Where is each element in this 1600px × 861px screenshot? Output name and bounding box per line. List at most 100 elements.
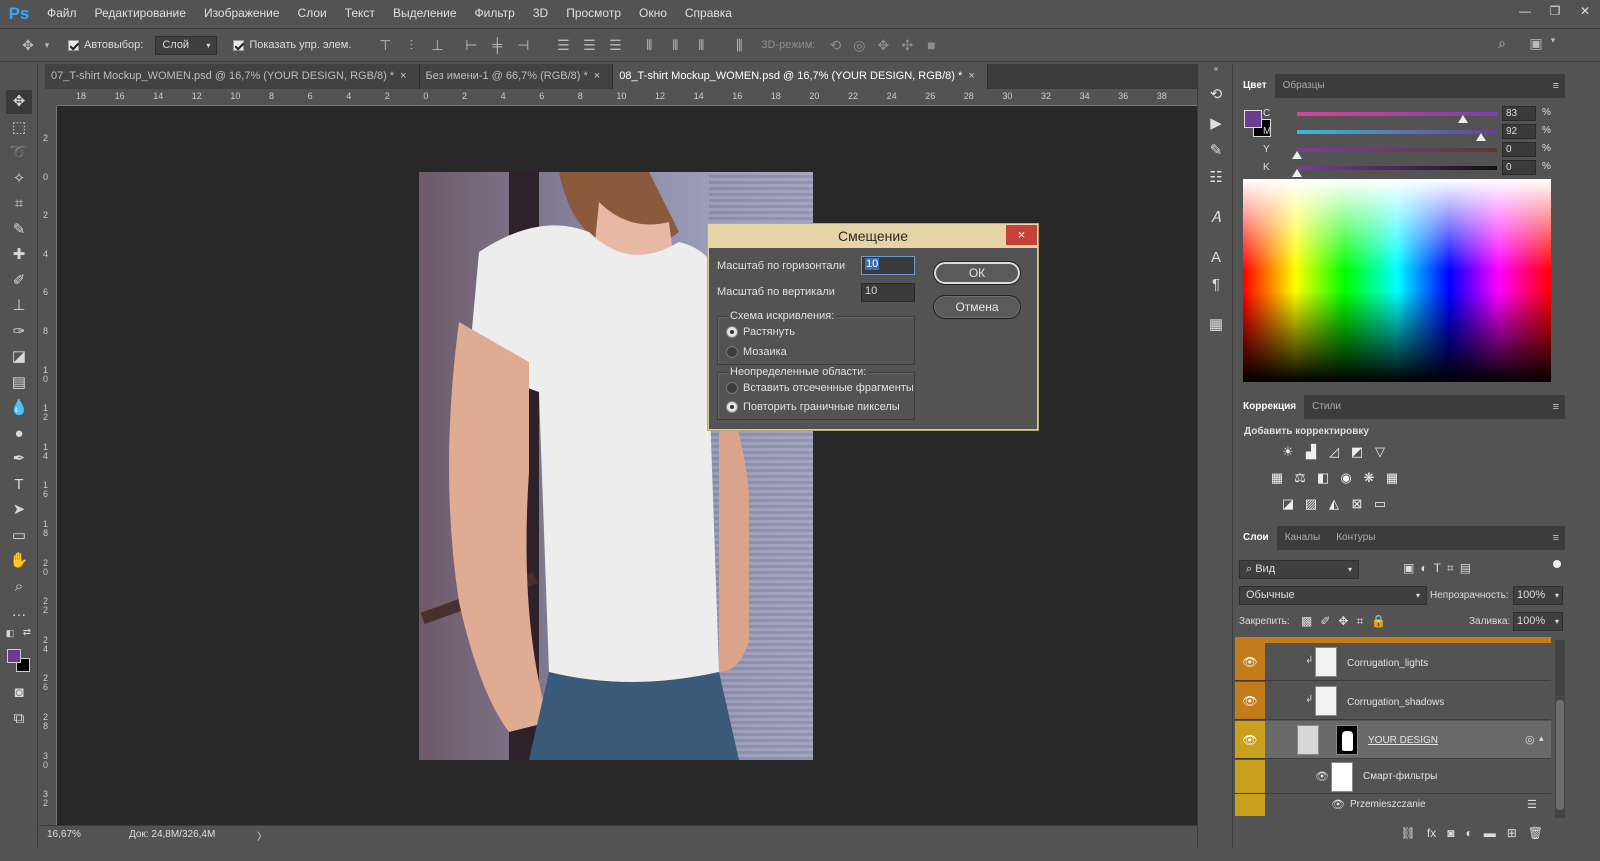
add-mask-icon[interactable]: ◙	[1447, 826, 1454, 840]
layer-row[interactable]: 👁 ↲ Corrugation_lights	[1235, 643, 1551, 681]
panel-menu-icon[interactable]: ≡	[1553, 532, 1559, 544]
color-spectrum[interactable]	[1243, 179, 1551, 382]
layer-name[interactable]: Corrugation_shadows	[1347, 697, 1444, 708]
chevron-right-icon[interactable]: 〉	[257, 828, 267, 843]
blur-tool-icon[interactable]: 💧	[6, 396, 32, 420]
ok-button[interactable]: ОК	[933, 261, 1021, 285]
tile-radio[interactable]: Мозаика	[726, 346, 787, 358]
layer-name[interactable]: Corrugation_lights	[1347, 658, 1428, 669]
document-tab-active[interactable]: 08_T-shirt Mockup_WOMEN.psd @ 16,7% (YOU…	[613, 64, 988, 89]
slider-y-track[interactable]	[1297, 148, 1497, 152]
scale-3d-icon[interactable]: ■	[919, 37, 943, 54]
align-vcenter-icon[interactable]: ⫶	[399, 37, 423, 54]
lock-position-icon[interactable]: ✥	[1338, 614, 1348, 629]
slider-y-handle[interactable]	[1292, 151, 1302, 159]
radio-unselected-icon[interactable]	[726, 346, 738, 358]
photo-filter-icon[interactable]: ◉	[1337, 470, 1355, 486]
default-colors-icon[interactable]: ◧	[3, 627, 17, 639]
close-window-icon[interactable]: ✕	[1570, 0, 1600, 22]
slider-y[interactable]: Y 0 %	[1235, 142, 1565, 159]
chevron-up-icon[interactable]: ▴	[1539, 733, 1544, 744]
pan-3d-icon[interactable]: ✥	[871, 37, 895, 54]
slider-c-handle[interactable]	[1458, 115, 1468, 123]
tab-styles[interactable]: Стили	[1304, 395, 1349, 419]
slider-c[interactable]: C 83 %	[1235, 106, 1565, 123]
character-icon[interactable]: A	[1203, 245, 1229, 271]
workspace-icon[interactable]: ▣	[1524, 35, 1548, 52]
layer-thumbnail[interactable]	[1315, 647, 1337, 677]
stamp-tool-icon[interactable]: ⊥	[6, 294, 32, 318]
menu-help[interactable]: Справка	[676, 0, 741, 27]
distribute-hcenter-icon[interactable]: ⫴	[663, 37, 687, 54]
radio-selected-icon[interactable]	[726, 401, 738, 413]
selective-color-icon[interactable]: ⊠	[1348, 496, 1366, 512]
swap-colors-icon[interactable]: ⇄	[20, 627, 34, 639]
brush-presets-icon[interactable]: ✎	[1203, 138, 1229, 164]
chevron-down-icon[interactable]: ▾	[1546, 35, 1560, 46]
gradient-tool-icon[interactable]: ▤	[6, 371, 32, 395]
opacity-input[interactable]: 100% ▾	[1513, 586, 1563, 605]
distribute-left-icon[interactable]: ⫴	[637, 37, 661, 54]
distribute-bottom-icon[interactable]: ☰	[603, 37, 627, 54]
lock-paint-icon[interactable]: ✐	[1320, 614, 1330, 629]
smart-filters-label[interactable]: Смарт-фильтры	[1363, 771, 1437, 782]
color-balance-icon[interactable]: ⚖	[1291, 470, 1309, 486]
filter-name[interactable]: Przemieszczanie	[1350, 799, 1426, 810]
threshold-icon[interactable]: ◭	[1325, 496, 1343, 512]
layer-row[interactable]: 👁 ↲ Corrugation_shadows	[1235, 682, 1551, 720]
move-tool-icon[interactable]: ✥	[6, 90, 32, 114]
tab-channels[interactable]: Каналы	[1277, 526, 1329, 550]
paragraph-icon[interactable]: ¶	[1203, 272, 1229, 298]
menu-image[interactable]: Изображение	[195, 0, 289, 27]
curves-icon[interactable]: ◿	[1325, 444, 1343, 460]
menu-text[interactable]: Текст	[336, 0, 384, 27]
eye-icon[interactable]: 👁	[1235, 682, 1265, 719]
tab-layers[interactable]: Слои	[1235, 526, 1277, 550]
repeat-edge-radio[interactable]: Повторить граничные пикселы	[726, 401, 900, 413]
filter-row[interactable]: 👁 Przemieszczanie ☰	[1235, 794, 1551, 816]
smart-filter-mask-thumbnail[interactable]	[1331, 762, 1353, 792]
layer-name[interactable]: YOUR DESIGN	[1368, 735, 1438, 746]
tab-swatches[interactable]: Образцы	[1275, 74, 1333, 98]
magic-wand-icon[interactable]: ✧	[6, 167, 32, 191]
align-left-icon[interactable]: ⊢	[459, 37, 483, 54]
canvas-area[interactable]	[57, 106, 1215, 825]
foreground-color-swatch[interactable]	[1244, 110, 1262, 128]
show-controls-checkbox[interactable]: Показать упр. элем.	[233, 39, 351, 51]
lasso-tool-icon[interactable]: ➰	[6, 141, 32, 165]
brush-tool-icon[interactable]: ✐	[6, 269, 32, 293]
actions-play-icon[interactable]: ▶	[1203, 111, 1229, 137]
filter-shape-icon[interactable]: ⌗	[1447, 561, 1454, 576]
slider-m-handle[interactable]	[1476, 133, 1486, 141]
close-icon[interactable]: ×	[968, 70, 974, 82]
radio-unselected-icon[interactable]	[726, 382, 738, 394]
layers-scrollbar[interactable]	[1555, 640, 1565, 818]
autoselect-checkbox[interactable]: Автовыбор:	[68, 39, 143, 51]
hue-saturation-icon[interactable]: ▦	[1268, 470, 1286, 486]
history-icon[interactable]: ⟲	[1203, 82, 1229, 108]
document-tab[interactable]: Без имени-1 @ 66,7% (RGB/8) * ×	[419, 64, 614, 89]
pen-tool-icon[interactable]: ✒	[6, 447, 32, 471]
filter-toggle-icon[interactable]	[1553, 560, 1561, 568]
move-tool-icon[interactable]: ✥	[16, 37, 40, 54]
slider-c-value[interactable]: 83	[1502, 106, 1536, 121]
menu-window[interactable]: Окно	[630, 0, 676, 27]
document-tab[interactable]: 07_T-shirt Mockup_WOMEN.psd @ 16,7% (YOU…	[45, 64, 420, 89]
new-group-icon[interactable]: ▬	[1484, 826, 1496, 840]
layer-row-selected[interactable]: 👁 YOUR DESIGN ◎ ▴	[1235, 721, 1551, 759]
trash-icon[interactable]: 🗑	[1528, 826, 1543, 840]
distribute-vcenter-icon[interactable]: ☰	[577, 37, 601, 54]
channel-mixer-icon[interactable]: ❋	[1360, 470, 1378, 486]
more-tools-icon[interactable]: …	[6, 600, 32, 624]
menu-select[interactable]: Выделение	[384, 0, 466, 27]
close-icon[interactable]: ×	[594, 70, 600, 82]
filter-pixel-icon[interactable]: ▣	[1403, 561, 1414, 576]
slider-k-value[interactable]: 0	[1502, 160, 1536, 175]
screen-mode-icon[interactable]: ⧉	[6, 707, 32, 731]
slider-m-track[interactable]	[1297, 130, 1497, 134]
eye-icon[interactable]: 👁	[1315, 770, 1329, 783]
menu-filter[interactable]: Фильтр	[466, 0, 524, 27]
align-hcenter-icon[interactable]: ╪	[485, 37, 509, 54]
blend-mode-select[interactable]: Обычные ▾	[1239, 586, 1427, 605]
distribute-right-icon[interactable]: ⫴	[689, 37, 713, 54]
